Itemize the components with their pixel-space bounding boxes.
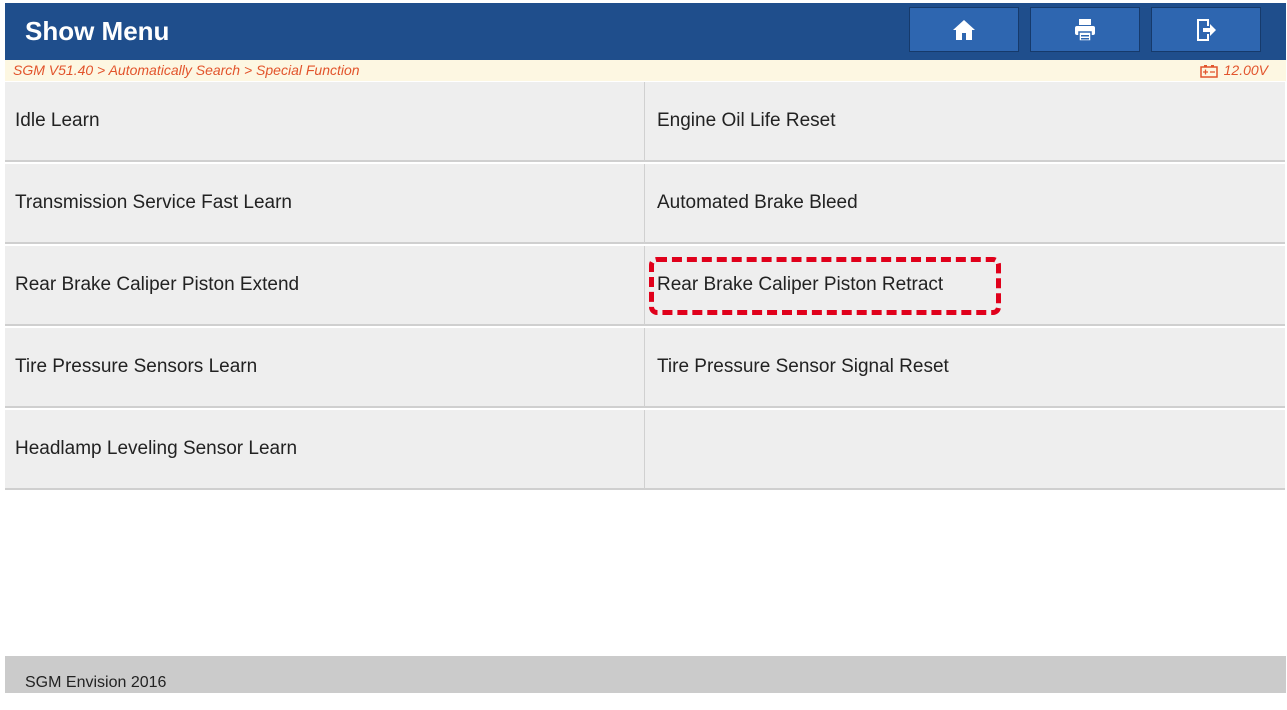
menu-item-tire-pressure-sensors-learn[interactable]: Tire Pressure Sensors Learn — [5, 328, 645, 408]
menu-item-engine-oil-life-reset[interactable]: Engine Oil Life Reset — [645, 82, 1285, 162]
exit-button[interactable] — [1151, 7, 1261, 52]
menu-item-label: Headlamp Leveling Sensor Learn — [15, 438, 298, 459]
menu-item-label: Tire Pressure Sensors Learn — [15, 356, 258, 377]
battery-icon — [1199, 64, 1218, 78]
status-footer: SGM Envision 2016 — [5, 656, 1286, 693]
print-button[interactable] — [1030, 7, 1140, 52]
menu-item-transmission-service-fast-learn[interactable]: Transmission Service Fast Learn — [5, 164, 645, 244]
menu-item-automated-brake-bleed[interactable]: Automated Brake Bleed — [645, 164, 1285, 244]
special-function-menu: Idle Learn Engine Oil Life Reset Transmi… — [5, 82, 1286, 492]
menu-item-label: Idle Learn — [15, 110, 100, 131]
home-button[interactable] — [909, 7, 1019, 52]
menu-item-empty — [645, 410, 1285, 490]
menu-item-label: Tire Pressure Sensor Signal Reset — [657, 356, 949, 377]
voltage-value: 12.00V — [1223, 62, 1268, 78]
exit-icon — [1197, 18, 1216, 41]
menu-item-headlamp-leveling-sensor-learn[interactable]: Headlamp Leveling Sensor Learn — [5, 410, 645, 490]
menu-item-rear-brake-caliper-piston-extend[interactable]: Rear Brake Caliper Piston Extend — [5, 246, 645, 326]
breadcrumb-bar: SGM V51.40 > Automatically Search > Spec… — [5, 60, 1286, 81]
menu-item-label: Transmission Service Fast Learn — [15, 192, 293, 213]
menu-item-tire-pressure-sensor-signal-reset[interactable]: Tire Pressure Sensor Signal Reset — [645, 328, 1285, 408]
page-title: Show Menu — [25, 16, 170, 46]
menu-item-label: Rear Brake Caliper Piston Extend — [15, 274, 300, 295]
voltage-indicator: 12.00V — [1199, 60, 1268, 81]
menu-item-label: Automated Brake Bleed — [657, 192, 858, 213]
menu-item-idle-learn[interactable]: Idle Learn — [5, 82, 645, 162]
breadcrumb: SGM V51.40 > Automatically Search > Spec… — [13, 62, 360, 78]
home-icon — [953, 19, 975, 40]
menu-item-label: Engine Oil Life Reset — [657, 110, 836, 131]
vehicle-info: SGM Envision 2016 — [25, 674, 167, 691]
highlight-box — [649, 257, 1001, 315]
title-bar: Show Menu — [5, 3, 1286, 60]
menu-item-label: Rear Brake Caliper Piston Retract — [649, 257, 1001, 315]
menu-item-rear-brake-caliper-piston-retract[interactable]: Rear Brake Caliper Piston Retract — [645, 246, 1285, 326]
print-icon — [1075, 18, 1095, 42]
